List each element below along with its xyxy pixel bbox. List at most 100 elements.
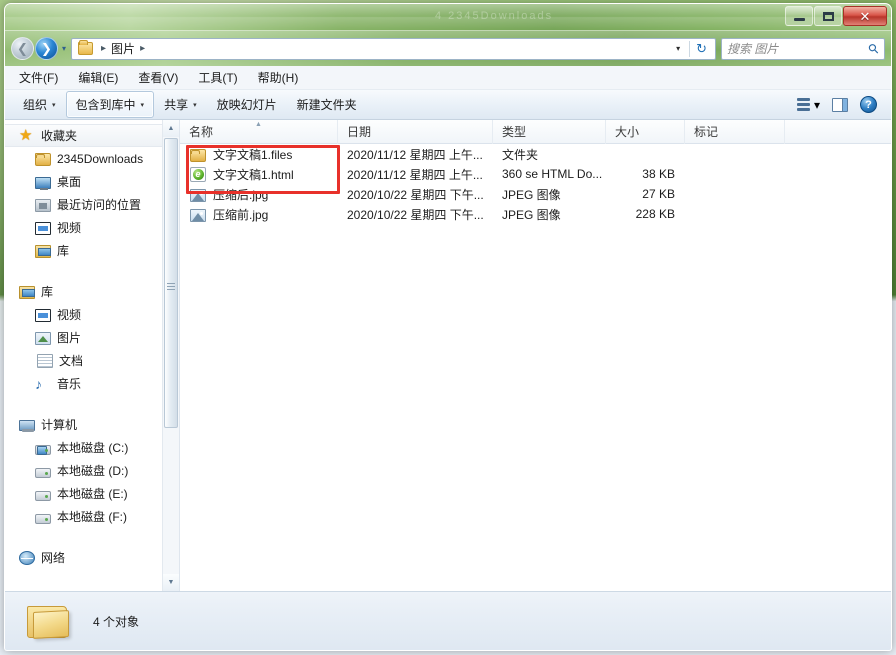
file-type-cell: 360 se HTML Do...: [502, 167, 603, 181]
desktop-background: 4 2345Downloads ✕ ❮ ❯ ▾ ▸ 图片 ▸ ▾ ↻ 搜索 图片…: [0, 0, 896, 655]
sidebar-gap-1: [5, 264, 162, 280]
sidebar-label-videos: 视频: [57, 308, 82, 322]
column-header-size[interactable]: 大小: [606, 120, 685, 144]
sidebar-item-libraries[interactable]: 库: [5, 280, 162, 303]
sidebar-item-drive-c[interactable]: 本地磁盘 (C:): [5, 436, 162, 459]
file-name-cell[interactable]: 压缩前.jpg: [180, 206, 338, 223]
sidebar-item-pictures[interactable]: 图片: [5, 326, 162, 349]
file-date-cell: 2020/11/12 星期四 上午...: [347, 147, 483, 162]
menu-item-edit[interactable]: 编辑(E): [76, 67, 120, 88]
scroll-down-button[interactable]: ▼: [163, 574, 179, 591]
sidebar-label-network: 网络: [41, 551, 66, 565]
menu-item-tools[interactable]: 工具(T): [196, 67, 239, 88]
file-date-cell: 2020/11/12 星期四 上午...: [347, 167, 483, 182]
drive-icon: [35, 490, 51, 501]
search-input[interactable]: 搜索 图片 ⚲: [721, 37, 885, 60]
computer-group: 计算机 本地磁盘 (C:) 本地磁盘 (D:) 本地磁盘 (E:) 本地磁盘 (…: [5, 413, 162, 528]
jpeg-image-icon: [190, 188, 206, 202]
organize-button[interactable]: 组织 ▾: [13, 91, 66, 118]
slideshow-button[interactable]: 放映幻灯片: [207, 91, 287, 118]
chevron-down-icon: ▾: [813, 97, 820, 112]
view-options-button[interactable]: ▾: [791, 95, 826, 115]
column-header-tag-label: 标记: [694, 125, 719, 139]
sidebar-label-drive-d: 本地磁盘 (D:): [57, 464, 129, 478]
breadcrumb-current[interactable]: 图片: [111, 40, 135, 57]
drive-icon: [35, 467, 51, 478]
sidebar-item-favorites[interactable]: ★ 收藏夹: [5, 124, 162, 147]
share-button[interactable]: 共享 ▾: [154, 91, 207, 118]
breadcrumb-separator-2[interactable]: ▸: [137, 43, 148, 54]
status-bar: 4 个对象: [5, 591, 891, 650]
table-row[interactable]: 压缩后.jpg 2020/10/22 星期四 下午... JPEG 图像 27 …: [180, 184, 891, 204]
chevron-down-icon: ▾: [193, 101, 197, 109]
sidebar-item-computer[interactable]: 计算机: [5, 413, 162, 436]
sidebar-label-videos-fav: 视频: [57, 221, 82, 235]
back-button[interactable]: ❮: [11, 37, 34, 60]
minimize-button[interactable]: [785, 6, 813, 26]
breadcrumb-bar[interactable]: ▸ 图片 ▸ ▾ ↻: [71, 37, 716, 60]
sidebar-item-network[interactable]: 网络: [5, 546, 162, 569]
file-list-pane: ▲ 名称 日期 类型 大小 标记 文字文稿1.files 2020/11/12 …: [180, 120, 891, 591]
video-icon: [35, 222, 51, 235]
sidebar-item-drive-e[interactable]: 本地磁盘 (E:): [5, 482, 162, 505]
sidebar-item-music[interactable]: ♪ 音乐: [5, 372, 162, 395]
file-date-cell: 2020/10/22 星期四 下午...: [347, 207, 484, 222]
sidebar-label-recent-places: 最近访问的位置: [57, 198, 142, 212]
column-header-date[interactable]: 日期: [338, 120, 493, 144]
scroll-up-button[interactable]: ▲: [163, 120, 179, 137]
forward-button[interactable]: ❯: [35, 37, 58, 60]
address-dropdown-icon[interactable]: ▾: [669, 44, 687, 53]
refresh-icon[interactable]: ↻: [689, 40, 713, 57]
folder-icon: [25, 602, 71, 640]
libraries-group: 库 视频 图片 文档 ♪ 音乐: [5, 280, 162, 395]
history-dropdown-icon[interactable]: ▾: [62, 44, 66, 53]
sidebar-item-desktop[interactable]: 桌面: [5, 170, 162, 193]
table-row[interactable]: 压缩前.jpg 2020/10/22 星期四 下午... JPEG 图像 228…: [180, 204, 891, 224]
star-icon: ★: [19, 126, 33, 144]
column-header-tag[interactable]: 标记: [685, 120, 785, 144]
favorites-group: ★ 收藏夹 2345Downloads 桌面 最近访问的位置 视频 库: [5, 124, 162, 262]
html-file-icon: e: [190, 167, 206, 182]
sidebar-label-favorites: 收藏夹: [41, 129, 78, 143]
table-row[interactable]: e 文字文稿1.html 2020/11/12 星期四 上午... 360 se…: [180, 164, 891, 184]
scrollbar-thumb[interactable]: [164, 138, 178, 428]
pictures-icon: [35, 332, 51, 345]
sidebar-item-videos[interactable]: 视频: [5, 303, 162, 326]
sidebar-item-recent-places[interactable]: 最近访问的位置: [5, 193, 162, 216]
sidebar-item-videos-fav[interactable]: 视频: [5, 216, 162, 239]
share-label: 共享: [164, 98, 189, 112]
sidebar-item-drive-f[interactable]: 本地磁盘 (F:): [5, 505, 162, 528]
close-button[interactable]: ✕: [843, 6, 887, 26]
navigation-pane-scrollbar[interactable]: ▲ ▼: [162, 120, 179, 591]
column-header-type[interactable]: 类型: [493, 120, 606, 144]
column-header-name[interactable]: ▲ 名称: [180, 120, 338, 144]
menu-item-view[interactable]: 查看(V): [136, 67, 180, 88]
file-size-cell: 27 KB: [642, 187, 675, 201]
preview-pane-button[interactable]: [826, 95, 854, 115]
folder-icon: [190, 148, 206, 162]
sidebar-item-library-fav[interactable]: 库: [5, 239, 162, 262]
menu-item-file[interactable]: 文件(F): [17, 67, 60, 88]
sidebar-label-library-fav: 库: [57, 244, 70, 258]
sidebar-label-drive-f: 本地磁盘 (F:): [57, 510, 127, 524]
explorer-body: ★ 收藏夹 2345Downloads 桌面 最近访问的位置 视频 库 库 视频…: [5, 120, 891, 591]
sidebar-item-documents[interactable]: 文档: [5, 349, 162, 372]
sidebar-item-2345downloads[interactable]: 2345Downloads: [5, 147, 162, 170]
file-date-cell: 2020/10/22 星期四 下午...: [347, 187, 484, 202]
sort-ascending-icon: ▲: [255, 120, 262, 128]
maximize-button[interactable]: [814, 6, 842, 26]
file-name-cell[interactable]: 压缩后.jpg: [180, 186, 338, 203]
help-button[interactable]: ?: [854, 93, 883, 116]
breadcrumb-separator-1: ▸: [101, 43, 107, 54]
file-name-cell[interactable]: 文字文稿1.files: [180, 146, 338, 163]
table-row[interactable]: 文字文稿1.files 2020/11/12 星期四 上午... 文件夹: [180, 144, 891, 164]
sidebar-gap-3: [5, 530, 162, 546]
include-in-library-button[interactable]: 包含到库中 ▾: [65, 91, 155, 118]
new-folder-button[interactable]: 新建文件夹: [287, 91, 367, 118]
sidebar-item-drive-d[interactable]: 本地磁盘 (D:): [5, 459, 162, 482]
file-type-cell: JPEG 图像: [502, 207, 561, 222]
column-header-type-label: 类型: [502, 125, 527, 139]
menu-item-help[interactable]: 帮助(H): [256, 67, 301, 88]
file-name-cell[interactable]: e 文字文稿1.html: [180, 166, 338, 183]
computer-icon: [19, 420, 35, 432]
